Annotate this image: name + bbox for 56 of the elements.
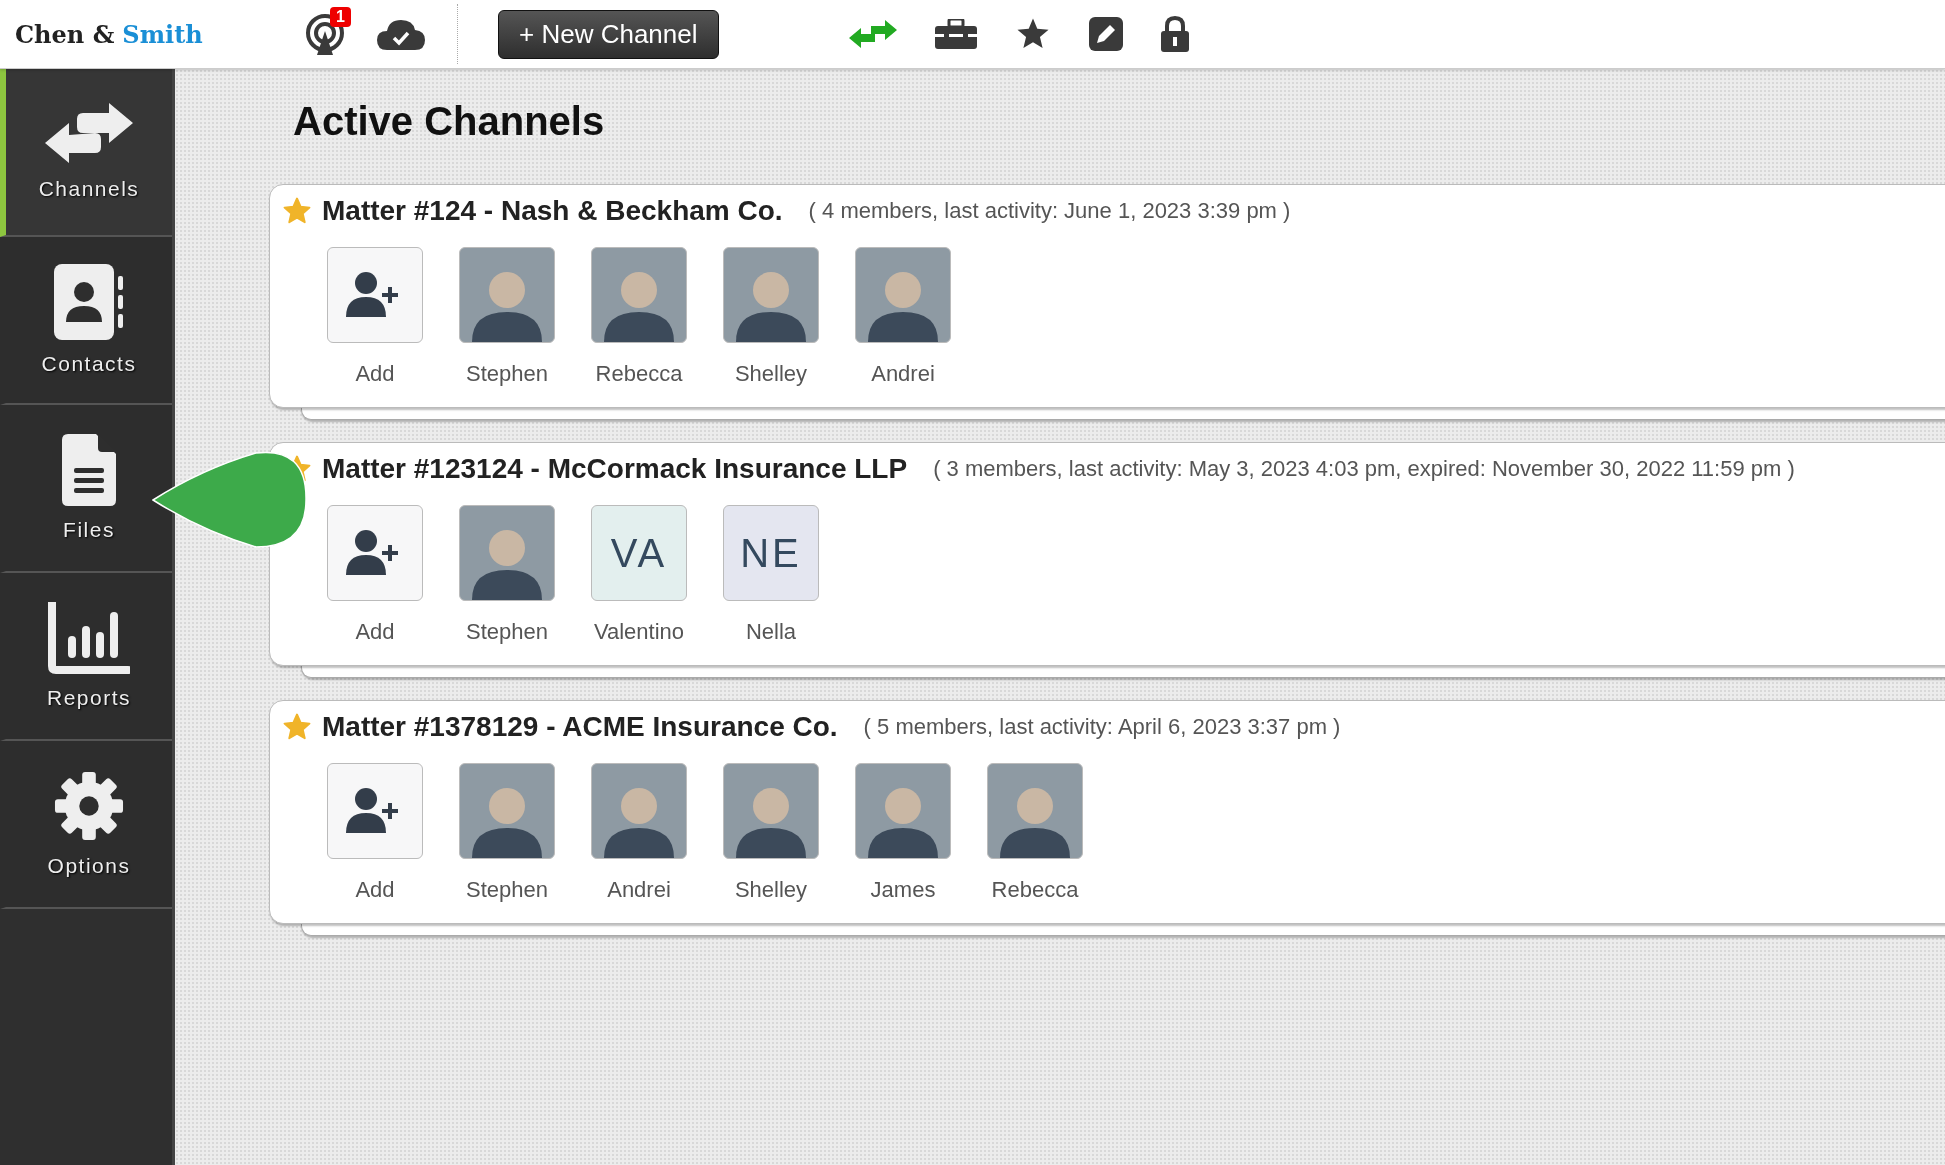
member-name: Valentino	[593, 619, 685, 645]
initials-avatar[interactable]: NE	[723, 505, 819, 601]
photo-placeholder[interactable]	[987, 763, 1083, 859]
channel-title: Matter #1378129 - ACME Insurance Co.	[322, 711, 838, 743]
swap-arrows-icon[interactable]	[848, 20, 897, 48]
photo-placeholder[interactable]	[723, 247, 819, 343]
photo-placeholder[interactable]	[459, 505, 555, 601]
star-icon[interactable]	[282, 196, 312, 226]
member-name: Andrei	[607, 877, 671, 903]
bar-chart-icon	[48, 602, 130, 674]
channel-details: ( 5 members, last activity: April 6, 2023 3:37 pm )	[863, 714, 1341, 740]
page-title: Active Channels	[293, 99, 606, 144]
member-name: Add	[355, 619, 395, 645]
channel-title: Matter #123124 - McCormack Insurance LLP	[322, 453, 908, 485]
channel-details: ( 4 members, last activity: June 1, 2023 3:39 pm )	[808, 198, 1291, 224]
member-name: Shelley	[734, 877, 808, 903]
member-name: Stephen	[466, 619, 548, 645]
photo-placeholder[interactable]	[591, 247, 687, 343]
channel-card[interactable]: Matter #123124 - McCormack Insurance LLP ( 3 members, last activity: May 3, 2023 4:03 pm, expired: November 30, 2022 11:59 pm ) Add Stephen VA Valentino NE Nella	[269, 442, 1945, 666]
channel-title: Matter #124 - Nash & Beckham Co.	[322, 195, 783, 227]
member-name: Shelley	[734, 361, 808, 387]
channel-card[interactable]: Matter #124 - Nash & Beckham Co. ( 4 members, last activity: June 1, 2023 3:39 pm ) Add Stephen Rebecca Shelley Andrei	[269, 184, 1945, 408]
swap-arrows-icon	[43, 103, 135, 165]
new-channel-button[interactable]: + New Channel	[498, 9, 719, 59]
member-name: Rebecca	[991, 877, 1079, 903]
cloud-check-icon[interactable]	[377, 18, 425, 50]
member-name: Andrei	[871, 361, 935, 387]
brand-logo[interactable]: Chen & Smith	[15, 19, 305, 49]
member-name: Add	[355, 361, 395, 387]
pencil-icon[interactable]	[1088, 17, 1123, 51]
member-name: Stephen	[466, 877, 548, 903]
settings-icon	[54, 770, 124, 842]
photo-placeholder[interactable]	[855, 763, 951, 859]
photo-placeholder[interactable]	[723, 763, 819, 859]
contacts-book-icon	[54, 264, 124, 340]
member-name: Add	[355, 877, 395, 903]
channel-details: ( 3 members, last activity: May 3, 2023 4:03 pm, expired: November 30, 2022 11:59 pm )	[933, 456, 1795, 482]
photo-placeholder[interactable]	[459, 247, 555, 343]
initials-avatar[interactable]: VA	[591, 505, 687, 601]
photo-placeholder[interactable]	[855, 247, 951, 343]
toolbox-icon[interactable]	[934, 19, 977, 49]
add-member-button[interactable]	[327, 763, 423, 859]
star-icon[interactable]	[282, 712, 312, 742]
channel-card[interactable]: Matter #1378129 - ACME Insurance Co. ( 5 members, last activity: April 6, 2023 3:37 pm ) Add Stephen Andrei Shelley James Rebecca	[269, 700, 1945, 924]
photo-placeholder[interactable]	[591, 763, 687, 859]
add-member-button[interactable]	[327, 505, 423, 601]
document-icon	[62, 434, 116, 506]
member-name: Rebecca	[595, 361, 683, 387]
member-name: Stephen	[466, 361, 548, 387]
member-name: Nella	[745, 619, 797, 645]
photo-placeholder[interactable]	[459, 763, 555, 859]
sidebar-item[interactable]: Channels	[0, 69, 172, 237]
lock-icon[interactable]	[1160, 16, 1189, 52]
add-member-button[interactable]	[327, 247, 423, 343]
notification-badge: 1	[330, 7, 351, 27]
member-name: James	[870, 877, 936, 903]
